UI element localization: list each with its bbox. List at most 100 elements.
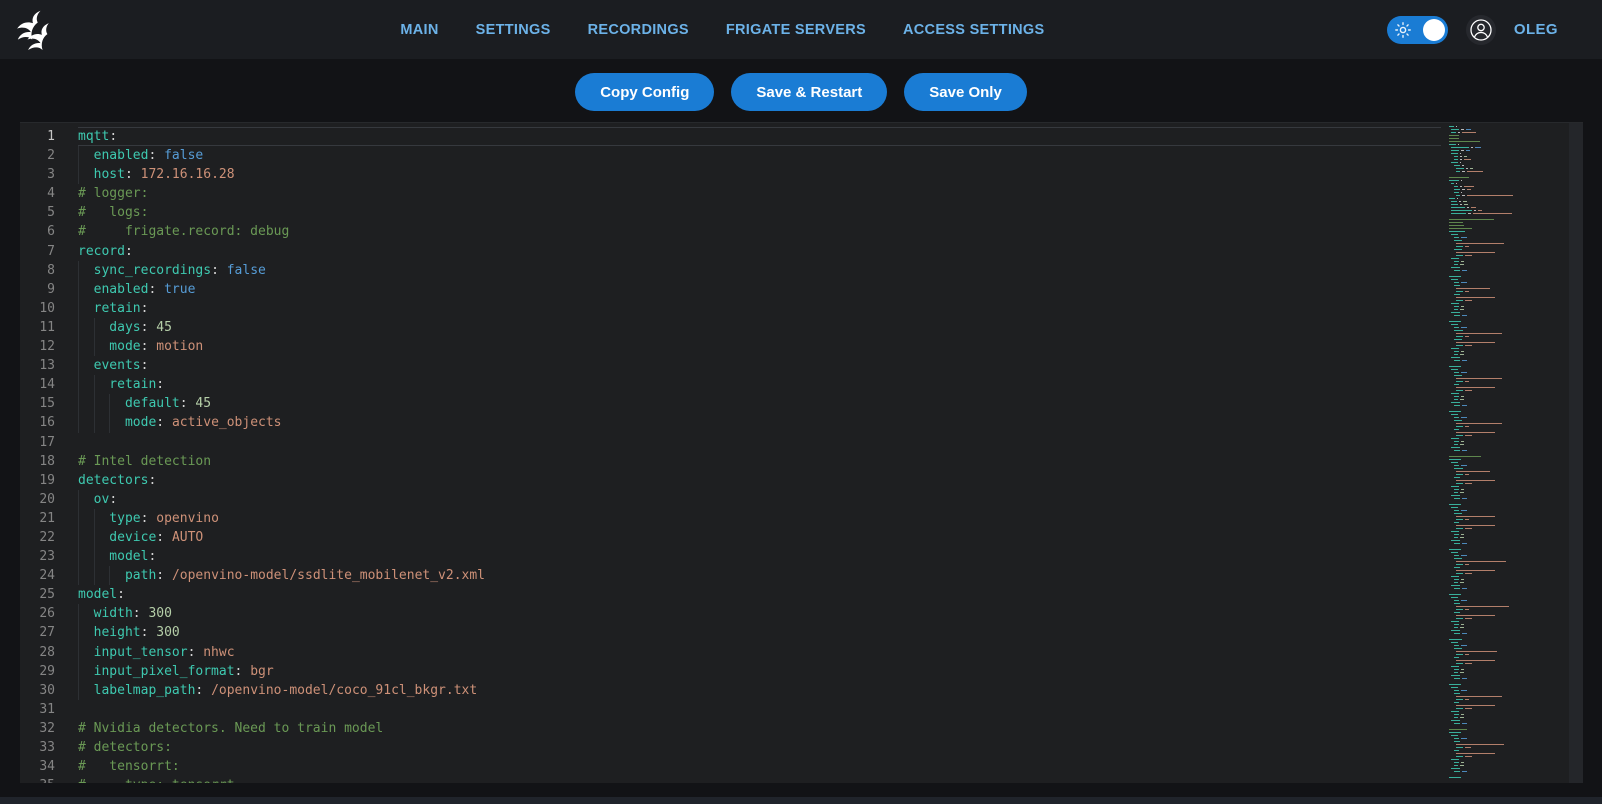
minimap-row bbox=[1451, 630, 1569, 631]
code-line-content[interactable]: # frigate.record: debug bbox=[78, 222, 1449, 241]
minimap-row bbox=[1454, 477, 1569, 478]
nav-item-main[interactable]: MAIN bbox=[400, 22, 438, 38]
code-line-content[interactable]: retain: bbox=[78, 299, 1449, 318]
minimap-row bbox=[1454, 588, 1569, 589]
code-line-content[interactable] bbox=[78, 433, 1449, 452]
code-line-content[interactable]: # tensorrt: bbox=[78, 757, 1449, 776]
code-line: 21 type: openvino bbox=[20, 509, 1449, 528]
code-line-content[interactable]: default: 45 bbox=[78, 394, 1449, 413]
code-line-content[interactable]: ov: bbox=[78, 490, 1449, 509]
code-line: 5# logs: bbox=[20, 203, 1449, 222]
minimap-row bbox=[1456, 663, 1569, 664]
minimap-row bbox=[1454, 537, 1569, 538]
username[interactable]: OLEG bbox=[1514, 21, 1558, 38]
config-editor[interactable]: 1mqtt:2 enabled: false3 host: 172.16.16.… bbox=[20, 122, 1583, 783]
code-line-content[interactable]: # detectors: bbox=[78, 738, 1449, 757]
code-line-content[interactable]: type: openvino bbox=[78, 509, 1449, 528]
code-line-content[interactable]: # logs: bbox=[78, 203, 1449, 222]
minimap-row bbox=[1454, 285, 1569, 286]
code-line: 14 retain: bbox=[20, 375, 1449, 394]
code-line-content[interactable]: sync_recordings: false bbox=[78, 261, 1449, 280]
indent-guide-line bbox=[78, 299, 79, 318]
minimap-row bbox=[1449, 126, 1569, 127]
line-number: 27 bbox=[20, 623, 55, 642]
code-line: 20 ov: bbox=[20, 490, 1449, 509]
code-line: 3 host: 172.16.16.28 bbox=[20, 165, 1449, 184]
code-line: 10 retain: bbox=[20, 299, 1449, 318]
code-line-content[interactable]: model: bbox=[78, 547, 1449, 566]
minimap-row bbox=[1449, 504, 1569, 505]
code-line-content[interactable]: detectors: bbox=[78, 471, 1449, 490]
user-avatar[interactable] bbox=[1466, 15, 1496, 45]
nav-item-access-settings[interactable]: ACCESS SETTINGS bbox=[903, 22, 1044, 38]
minimap-row bbox=[1456, 480, 1569, 481]
minimap-row bbox=[1451, 711, 1569, 712]
indent-guide-line bbox=[78, 623, 79, 642]
code-line-content[interactable]: mode: motion bbox=[78, 337, 1449, 356]
code-line-content[interactable]: path: /openvino-model/ssdlite_mobilenet_… bbox=[78, 566, 1449, 585]
code-line-content[interactable]: enabled: true bbox=[78, 280, 1449, 299]
minimap-row bbox=[1456, 747, 1569, 748]
code-line-content[interactable]: mqtt: bbox=[78, 127, 1449, 146]
line-number: 1 bbox=[20, 127, 55, 146]
minimap-row bbox=[1456, 474, 1569, 475]
code-line-content[interactable]: # type: tensorrt bbox=[78, 776, 1449, 783]
line-number: 26 bbox=[20, 604, 55, 623]
minimap-row bbox=[1454, 582, 1569, 583]
line-number: 4 bbox=[20, 184, 55, 203]
minimap-row bbox=[1449, 459, 1569, 460]
code-line-content[interactable]: input_pixel_format: bgr bbox=[78, 662, 1449, 681]
minimap-row bbox=[1454, 717, 1569, 718]
indent-guide-line bbox=[78, 509, 79, 528]
minimap-row bbox=[1451, 213, 1569, 214]
code-line-content[interactable]: record: bbox=[78, 242, 1449, 261]
line-number: 16 bbox=[20, 413, 55, 432]
copy-config-button[interactable]: Copy Config bbox=[575, 73, 714, 111]
indent-guide-line bbox=[94, 528, 95, 547]
theme-toggle[interactable] bbox=[1387, 16, 1448, 44]
code-line-content[interactable]: events: bbox=[78, 356, 1449, 375]
code-line-content[interactable]: enabled: false bbox=[78, 146, 1449, 165]
nav-item-frigate-servers[interactable]: FRIGATE SERVERS bbox=[726, 22, 866, 38]
nav-item-settings[interactable]: SETTINGS bbox=[476, 22, 551, 38]
nav-item-recordings[interactable]: RECORDINGS bbox=[588, 22, 689, 38]
code-line: 31 bbox=[20, 700, 1449, 719]
minimap-row bbox=[1451, 303, 1569, 304]
minimap-row bbox=[1454, 315, 1569, 316]
config-toolbar: Copy Config Save & Restart Save Only bbox=[0, 73, 1602, 111]
code-line-content[interactable]: model: bbox=[78, 585, 1449, 604]
code-line-content[interactable]: mode: active_objects bbox=[78, 413, 1449, 432]
frigate-logo[interactable] bbox=[12, 8, 58, 52]
minimap-row bbox=[1449, 594, 1569, 595]
code-line-content[interactable]: width: 300 bbox=[78, 604, 1449, 623]
minimap-row bbox=[1451, 720, 1569, 721]
code-line-content[interactable]: host: 172.16.16.28 bbox=[78, 165, 1449, 184]
minimap-row bbox=[1454, 633, 1569, 634]
line-number: 8 bbox=[20, 261, 55, 280]
minimap-row bbox=[1456, 744, 1569, 745]
minimap[interactable] bbox=[1449, 123, 1569, 783]
code-line-content[interactable]: input_tensor: nhwc bbox=[78, 643, 1449, 662]
indent-guide-line bbox=[109, 394, 110, 413]
minimap-row bbox=[1451, 666, 1569, 667]
save-restart-button[interactable]: Save & Restart bbox=[731, 73, 887, 111]
save-only-button[interactable]: Save Only bbox=[904, 73, 1027, 111]
code-line-content[interactable]: retain: bbox=[78, 375, 1449, 394]
minimap-row bbox=[1449, 363, 1569, 364]
minimap-row bbox=[1451, 768, 1569, 769]
code-area[interactable]: 1mqtt:2 enabled: false3 host: 172.16.16.… bbox=[20, 123, 1449, 783]
code-line-content[interactable]: height: 300 bbox=[78, 623, 1449, 642]
vertical-scrollbar[interactable] bbox=[1569, 123, 1583, 783]
code-line-content[interactable]: labelmap_path: /openvino-model/coco_91cl… bbox=[78, 681, 1449, 700]
code-line-content[interactable]: days: 45 bbox=[78, 318, 1449, 337]
minimap-row bbox=[1456, 528, 1569, 529]
indent-guide-line bbox=[78, 375, 79, 394]
minimap-row bbox=[1456, 708, 1569, 709]
code-line-content[interactable]: # logger: bbox=[78, 184, 1449, 203]
code-line-content[interactable]: # Intel detection bbox=[78, 452, 1449, 471]
minimap-row bbox=[1451, 150, 1569, 151]
code-line-content[interactable]: # Nvidia detectors. Need to train model bbox=[78, 719, 1449, 738]
code-line-content[interactable]: device: AUTO bbox=[78, 528, 1449, 547]
code-line-content[interactable] bbox=[78, 700, 1449, 719]
minimap-row bbox=[1451, 393, 1569, 394]
